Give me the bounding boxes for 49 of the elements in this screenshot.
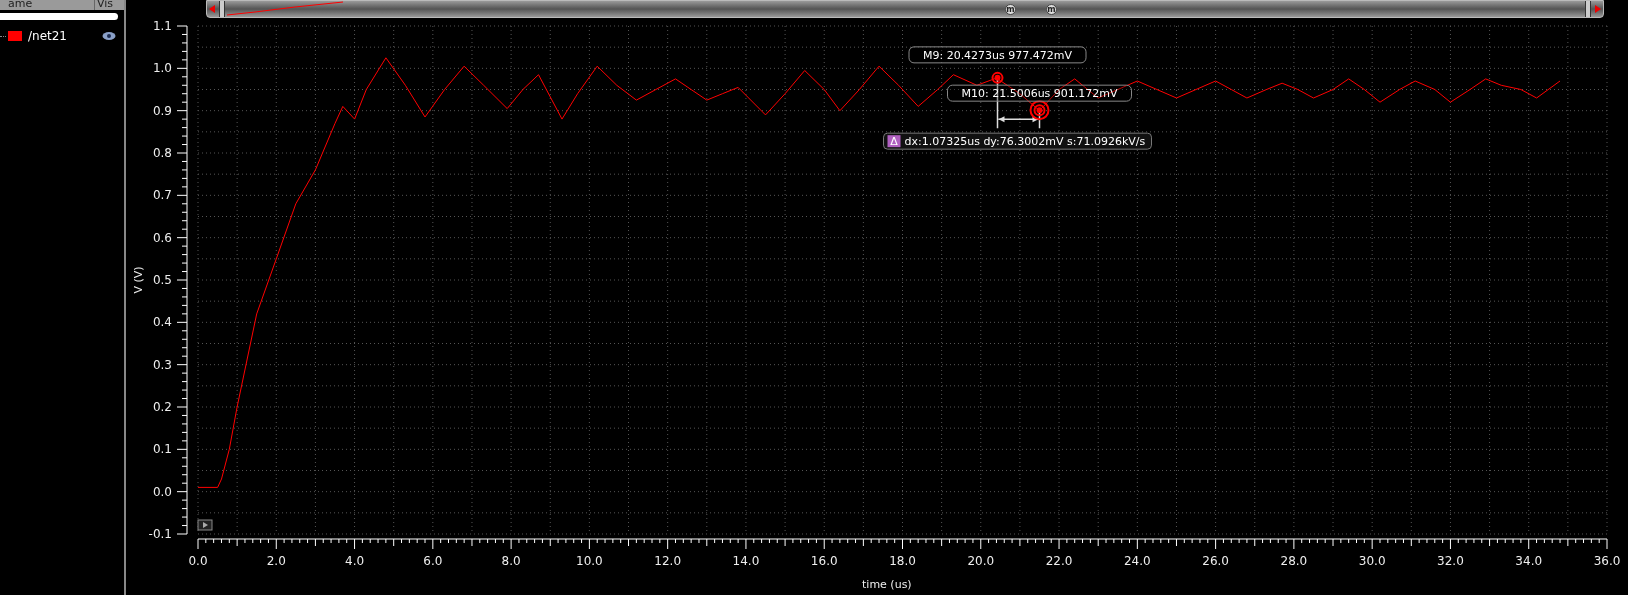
y-tick-label: 1.1 xyxy=(152,20,172,33)
x-tick-label: 12.0 xyxy=(654,554,682,568)
y-tick-label: 0.2 xyxy=(152,400,172,414)
y-tick-label: 0.8 xyxy=(152,146,172,160)
y-axis-title: V (V) xyxy=(132,266,145,294)
eye-icon[interactable] xyxy=(102,31,116,41)
x-tick-label: 14.0 xyxy=(732,554,760,568)
x-tick-label: 36.0 xyxy=(1593,554,1621,568)
x-tick-label: 34.0 xyxy=(1515,554,1543,568)
x-tick-label: 2.0 xyxy=(266,554,286,568)
marker-target-icon[interactable] xyxy=(991,71,1004,84)
signal-name[interactable]: /net21 xyxy=(28,27,67,45)
y-tick-label: 0.1 xyxy=(152,442,172,457)
y-tick-label: 0.7 xyxy=(152,188,172,203)
x-tick-label: 26.0 xyxy=(1202,554,1229,568)
x-tick-label: 22.0 xyxy=(1045,554,1073,568)
y-tick-label: 0.5 xyxy=(152,273,172,287)
range-handle[interactable] xyxy=(1585,1,1591,17)
x-tick-label: 18.0 xyxy=(889,554,916,568)
y-tick-label: 0.4 xyxy=(152,315,172,330)
x-tick-label: 10.0 xyxy=(576,554,603,568)
x-tick-label: 0.0 xyxy=(188,554,208,568)
x-tick-label: 24.0 xyxy=(1123,554,1151,568)
x-tick-label: 32.0 xyxy=(1437,554,1464,568)
x-tick-label: 4.0 xyxy=(345,554,365,568)
delta-label: Δ dx:1.07325us dy:76.3002mV s:71.0926kV/s xyxy=(883,132,1152,150)
x-tick-label: 28.0 xyxy=(1280,554,1308,568)
y-tick-label: 0.6 xyxy=(152,230,172,245)
x-tick-label: 30.0 xyxy=(1358,554,1386,568)
marker-badge[interactable]: m xyxy=(1005,3,1016,15)
y-tick-label: 0.0 xyxy=(152,484,172,499)
overview-bar[interactable]: m m xyxy=(206,0,1604,18)
x-tick-label: 20.0 xyxy=(967,554,995,568)
y-tick-label: 1.0 xyxy=(152,61,172,76)
marker-label: M9: 20.4273us 977.472mV xyxy=(908,46,1087,64)
column-heading[interactable]: ame xyxy=(0,0,95,10)
marker-target-icon[interactable] xyxy=(1029,100,1050,121)
y-tick-label: -0.1 xyxy=(148,527,172,541)
x-tick-label: 6.0 xyxy=(423,554,443,568)
y-tick-label: 0.3 xyxy=(152,357,172,372)
x-tick-label: 16.0 xyxy=(810,554,838,568)
x-tick-label: 8.0 xyxy=(501,554,521,568)
marker-badge[interactable]: m xyxy=(1046,3,1057,15)
annotation: M9: 20.4273us 977.472mV xyxy=(922,48,1073,62)
scrollbar[interactable] xyxy=(0,13,118,20)
range-handle[interactable] xyxy=(219,1,225,17)
play-button[interactable] xyxy=(197,519,213,531)
y-tick-label: 0.9 xyxy=(152,103,172,118)
x-axis-title: time (us) xyxy=(862,578,912,591)
